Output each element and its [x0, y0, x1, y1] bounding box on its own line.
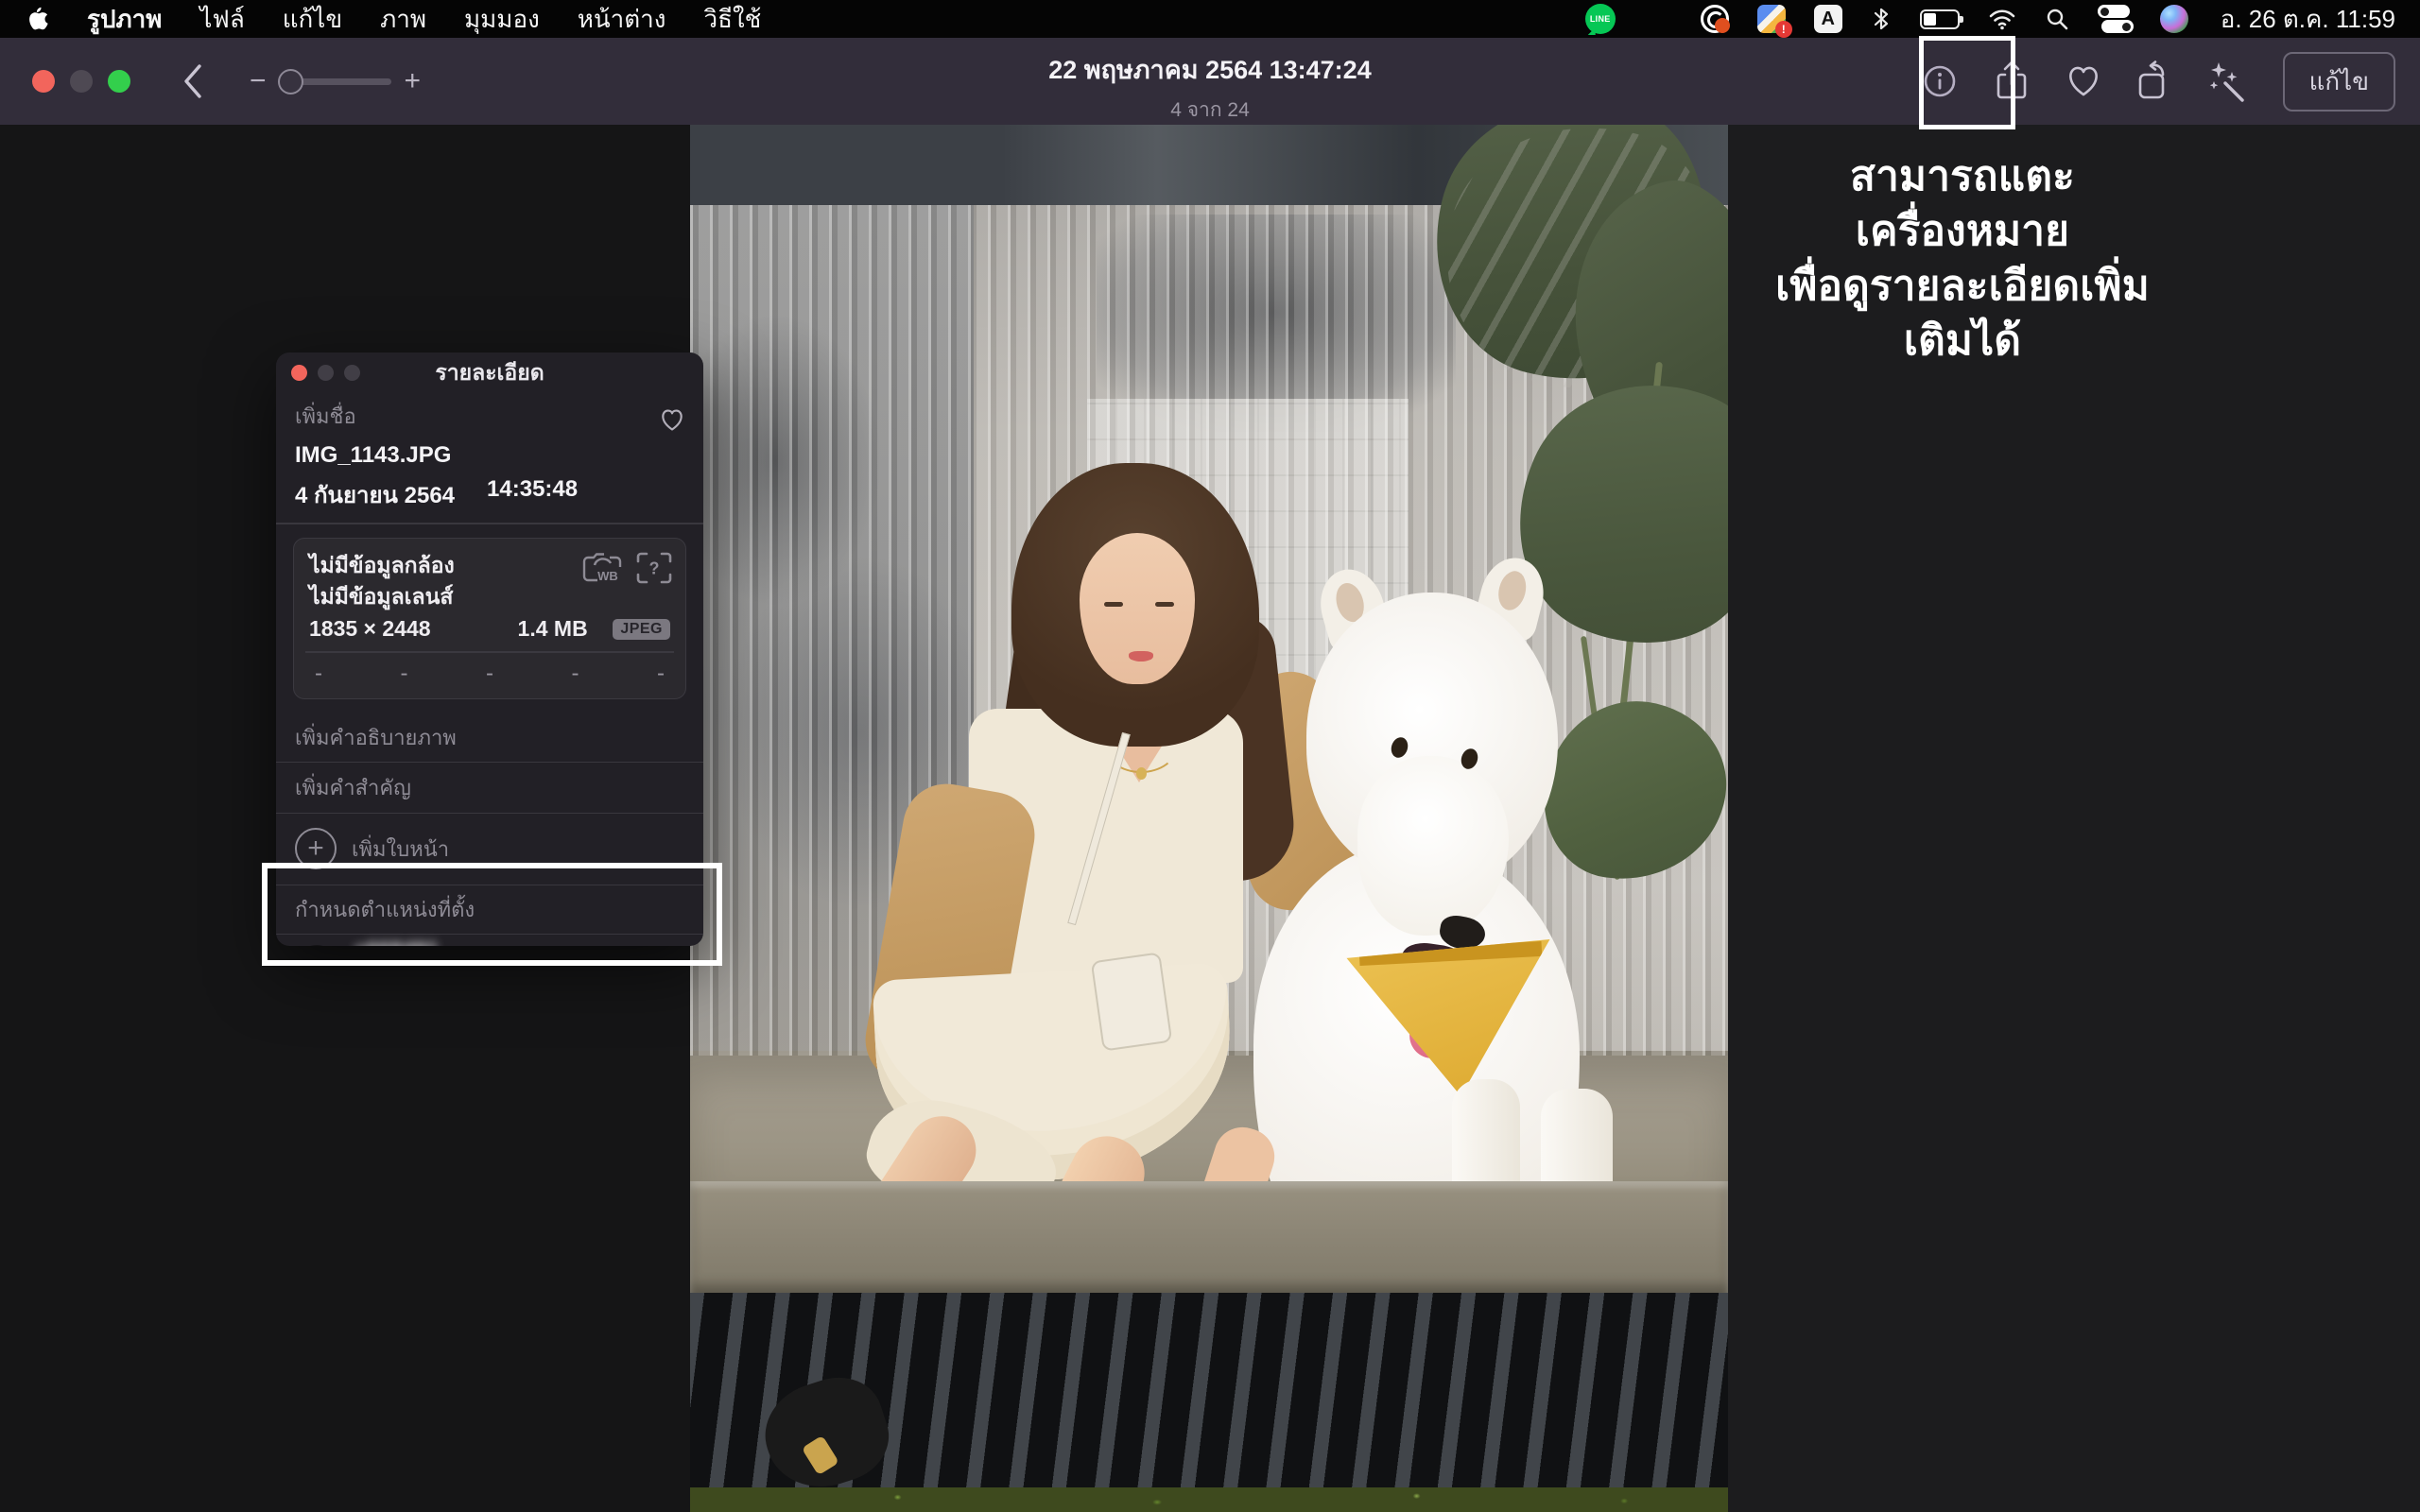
camera-metadata-box: ไม่มีข้อมูลกล้อง WB ? ไม่มีข้อมูลเลนส์ 1… [293, 538, 686, 699]
photo-grass-strip [690, 1487, 1728, 1512]
panel-divider [276, 523, 703, 524]
photo-woman-pendant [1136, 767, 1147, 780]
highlight-box-shared-contact [262, 863, 722, 966]
creative-cloud-icon[interactable] [1701, 5, 1729, 33]
menu-file[interactable]: ไฟล์ [199, 0, 244, 39]
photo-woman-eye [1155, 602, 1174, 607]
photo-capture-time: 14:35:48 [487, 476, 578, 513]
camera-wb-icon: WB [581, 552, 623, 584]
close-button[interactable] [32, 70, 55, 93]
photo-woman-eye [1104, 602, 1123, 607]
photo-crossbody-bag [1091, 952, 1173, 1051]
details-panel: รายละเอียด เพิ่มชื่อ IMG_1143.JPG 4 กันย… [276, 352, 703, 946]
menu-edit[interactable]: แก้ไข [283, 0, 342, 39]
unknown-format-icon: ? [636, 552, 672, 584]
zoom-out-button[interactable]: − [250, 67, 267, 95]
notification-app-icon[interactable]: ! [1757, 5, 1786, 33]
back-button[interactable] [174, 60, 212, 102]
zoom-slider[interactable] [280, 78, 391, 85]
add-caption-field[interactable]: เพิ่มคำอธิบายภาพ [276, 714, 703, 762]
control-center-icon[interactable] [2098, 4, 2132, 34]
menu-image[interactable]: ภาพ [380, 0, 426, 39]
no-lens-data-label: ไม่มีข้อมูลเลนส์ [309, 581, 670, 612]
macos-menu-bar: รูปภาพ ไฟล์ แก้ไข ภาพ มุมมอง หน้าต่าง วิ… [0, 0, 2420, 38]
photo-file-size: 1.4 MB [518, 616, 588, 642]
alert-badge: ! [1775, 21, 1792, 38]
photo-dimensions: 1835 × 2448 [309, 616, 431, 642]
photo-woman-lips [1129, 651, 1153, 662]
annotation-line-2: เพื่อดูรายละเอียดเพิ่มเติมได้ [1745, 259, 2180, 369]
photo-filename: IMG_1143.JPG [295, 442, 684, 469]
window-traffic-lights [32, 70, 130, 93]
photo-canvas[interactable] [690, 125, 1728, 1512]
siri-icon[interactable] [2160, 5, 2188, 33]
favorite-button[interactable] [2062, 57, 2105, 106]
bluetooth-icon[interactable] [1871, 6, 1892, 32]
spotlight-search-icon[interactable] [2045, 7, 2069, 31]
zoom-control: − + [250, 67, 421, 95]
menu-window[interactable]: หน้าต่าง [578, 0, 666, 39]
photos-toolbar: − + 22 พฤษภาคม 2564 13:47:24 4 จาก 24 [0, 38, 2420, 125]
details-traffic-lights [291, 365, 360, 381]
add-keyword-field[interactable]: เพิ่มคำสำคัญ [276, 762, 703, 813]
details-panel-titlebar[interactable]: รายละเอียด [276, 352, 703, 394]
add-title-field[interactable]: เพิ่มชื่อ [295, 400, 684, 433]
zoom-in-button[interactable]: + [405, 67, 422, 95]
auto-enhance-button[interactable] [2205, 57, 2249, 106]
annotation-line-1: สามารถแตะเครื่องหมาย [1745, 149, 2180, 259]
edit-button[interactable]: แก้ไข [2283, 52, 2395, 112]
menu-photos[interactable]: รูปภาพ [87, 0, 162, 39]
zoom-slider-knob[interactable] [278, 69, 303, 94]
details-minimize-button [318, 365, 334, 381]
metadata-divider [305, 651, 674, 653]
details-zoom-button [344, 365, 360, 381]
svg-text:WB: WB [597, 569, 618, 583]
menu-help[interactable]: วิธีใช้ [703, 0, 761, 39]
details-panel-title: รายละเอียด [435, 356, 544, 390]
line-app-icon[interactable]: LINE [1585, 4, 1616, 34]
menu-view[interactable]: มุมมอง [464, 0, 540, 39]
apple-menu-icon[interactable] [25, 5, 49, 33]
highlight-box-info-button [1919, 36, 2015, 129]
wifi-icon[interactable] [1988, 8, 2016, 30]
exif-empty-values: - - - - - [309, 661, 670, 689]
minimize-button[interactable] [70, 70, 93, 93]
menu-bar-clock[interactable]: อ. 26 ต.ค. 11:59 [2221, 0, 2395, 39]
rotate-button[interactable] [2134, 57, 2177, 106]
details-close-button[interactable] [291, 365, 307, 381]
svg-text:?: ? [649, 558, 660, 577]
photo-woman-face [1080, 533, 1195, 684]
fullscreen-button[interactable] [108, 70, 130, 93]
favorite-heart-icon[interactable] [658, 407, 686, 433]
photos-app-window: รูปภาพ ไฟล์ แก้ไข ภาพ มุมมอง หน้าต่าง วิ… [0, 0, 2420, 1512]
tutorial-annotation: สามารถแตะเครื่องหมาย เพื่อดูรายละเอียดเพ… [1745, 149, 2180, 369]
format-badge: JPEG [613, 619, 670, 640]
battery-icon[interactable] [1920, 9, 1960, 29]
photo-capture-date: 4 กันยายน 2564 [295, 476, 455, 513]
photo-concrete-ledge [690, 1181, 1728, 1293]
input-source-icon[interactable]: A [1814, 5, 1842, 33]
